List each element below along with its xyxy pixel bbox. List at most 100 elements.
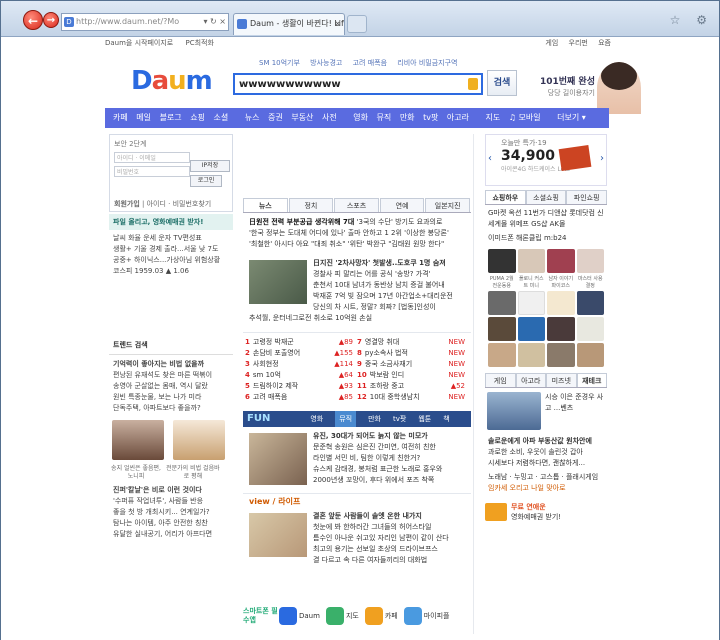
headline[interactable]: '한국 정부는 도대체 어디에 있나' <box>249 229 345 237</box>
rank-row[interactable]: 6 고려 매폭음 ▲85 <box>245 392 357 403</box>
next-arrow-icon[interactable]: › <box>600 153 604 164</box>
shopping-malls[interactable]: G마켓 옥션 11번가 디앤샵 롯데닷컴 신세계몰 위메프 GS샵 AK몰 <box>485 205 607 233</box>
tab-japan-quake[interactable]: 일본지진 <box>425 198 470 212</box>
rank-row[interactable]: 4 sm 10억 ▲64 <box>245 370 357 381</box>
trend-item[interactable]: '수퍼퓨 작업녀투', 사람들 반응 <box>113 496 229 507</box>
product-thumb[interactable] <box>488 343 516 367</box>
rank-row[interactable]: 11 조하랑 중고 ▲52 <box>357 381 469 392</box>
car-photo[interactable] <box>487 392 541 430</box>
rank-row[interactable]: 5 드림하이2 제작 ▲93 <box>245 381 357 392</box>
headline[interactable]: '위탄' 박완구 "김태원 원망 한다" <box>348 240 444 248</box>
trend-item[interactable]: 편낭된 유재석도 찾은 마른 떡볶이 <box>113 370 229 381</box>
nav-cafe[interactable]: 카페 <box>113 113 128 122</box>
cafe-banner[interactable]: 파일 올리고, 영화예매권 받자! <box>109 214 233 230</box>
nav-more[interactable]: 더보기 ▾ <box>557 113 586 122</box>
password-field[interactable]: 비밀번호 <box>114 166 190 177</box>
tab-sports[interactable]: 스포츠 <box>334 198 379 212</box>
finance-item[interactable]: 과로한 소비, 우웃이 솔린것 갑아 <box>488 447 604 458</box>
join-link[interactable]: 회원가입 <box>114 200 140 208</box>
news-item[interactable]: 추석월, 운터네그로전 취소로 10억원 손실 <box>249 313 465 324</box>
view-photo[interactable] <box>249 513 307 557</box>
tab-entertainment[interactable]: 연예 <box>379 198 425 212</box>
product-thumb[interactable] <box>547 343 575 367</box>
fun-tab-webtoon[interactable]: 웹툰 <box>418 411 431 427</box>
login-button[interactable]: 로그인 <box>190 175 222 187</box>
nav-mail[interactable]: 메일 <box>136 113 151 122</box>
nav-agora[interactable]: 아고라 <box>447 113 469 122</box>
trend-caption[interactable]: 전문가의 비법 걸음바로 평해 <box>166 465 220 481</box>
view-life-header[interactable]: view / 라이프 <box>243 493 471 509</box>
product-thumb[interactable] <box>547 249 575 273</box>
nav-music[interactable]: 뮤직 <box>377 113 392 122</box>
tab-game[interactable]: 게임 <box>485 373 516 387</box>
rank-row[interactable]: 1 고령정 박재군 ▲89 <box>245 337 357 348</box>
news-item[interactable]: [법동]인성이 <box>398 303 436 311</box>
search-input[interactable] <box>235 75 465 93</box>
search-button[interactable]: 검색 <box>487 70 517 96</box>
product-caption[interactable]: 남자 이야기 파이코스 <box>547 275 575 289</box>
product-thumb[interactable] <box>517 291 545 315</box>
info-line[interactable]: 생활+ 기울 경제 출라...서울 낮 7도 <box>113 244 229 255</box>
close-tab-icon[interactable]: × <box>334 14 341 34</box>
gift-banner[interactable]: 무료 연애운 영화예매권 받기! <box>485 502 607 522</box>
product-thumb[interactable] <box>576 291 604 315</box>
trend-item[interactable]: 송영아 군살없는 몸매, 역시 달랐 <box>113 381 229 392</box>
id-field[interactable]: 아이디 · 이메일 <box>114 152 190 163</box>
pc-optimize-link[interactable]: PC최적화 <box>185 39 213 47</box>
rank-row[interactable]: 7 영결망 취대 NEW <box>357 337 469 348</box>
tab-agora[interactable]: 아고라 <box>515 373 546 387</box>
back-button[interactable]: ← <box>23 10 43 30</box>
fun-logo[interactable]: FUN <box>247 411 270 427</box>
set-homepage-link[interactable]: Daum을 시작페이지로 <box>105 39 173 47</box>
rank-row[interactable]: 8 py소속사 법적 NEW <box>357 348 469 359</box>
headline[interactable]: '최철한' 아시다 아요 "대죄 취소" <box>249 240 345 248</box>
product-thumb[interactable] <box>517 317 545 341</box>
nav-news[interactable]: 뉴스 <box>245 113 260 122</box>
headline[interactable]: 출마 안하고 1 2위 '이상한 봉당론' <box>348 229 449 237</box>
headline[interactable]: '3국의 수단' 방기도 요과의로 <box>357 218 443 226</box>
nav-map[interactable]: 지도 <box>486 113 501 122</box>
prev-arrow-icon[interactable]: ‹ <box>488 153 492 164</box>
nav-shopping[interactable]: 쇼핑 <box>190 113 205 122</box>
product-thumb[interactable] <box>517 249 545 273</box>
trend-item[interactable]: 기억력이 좋아지는 비법 없을까 <box>113 359 229 370</box>
product-thumb[interactable] <box>576 249 604 273</box>
deal-ad[interactable]: ‹ › 오늘만 특가·19 34,900 아이콘4G 하드케이스 Lots <box>485 134 607 186</box>
finance-item[interactable]: 시세보다 저렴하다면, 괜찮하게... <box>488 458 604 469</box>
product-caption[interactable]: 마스터 사용 결정 <box>577 275 605 289</box>
tab-shoppinghow[interactable]: 쇼핑하우 <box>485 190 526 204</box>
info-line[interactable]: 공중+ 하이닉스...가상아님 위험상황 <box>113 255 229 266</box>
kospi-line[interactable]: 코스피 1959.03 ▲ 1.06 <box>113 266 229 277</box>
trend-caption[interactable]: 송지 얼씬은 좋음편, 노니피 <box>109 465 163 481</box>
trend-item[interactable]: 단독주택, 아파트보다 좋을까? <box>113 403 229 414</box>
app-map[interactable]: 지도 <box>325 607 359 625</box>
product-caption[interactable]: 폴로니 커스트 미니 <box>518 275 546 289</box>
product-thumb[interactable] <box>517 343 545 367</box>
nav-comic[interactable]: 만화 <box>400 113 415 122</box>
keyword-link[interactable]: 리비아 비밀금지구역 <box>397 59 457 67</box>
nav-tvpot[interactable]: tv팟 <box>423 113 438 122</box>
fun-tab-movie[interactable]: 영화 <box>310 411 323 427</box>
home-star-gear-icons[interactable]: ☆ ⚙ <box>670 13 713 27</box>
finance-links[interactable]: 노래남 · 누밍고 · 고스톱 · 플래시게임 <box>488 472 604 483</box>
finance-item[interactable]: 솔로운에게 아파 부동산값 원차안에 <box>488 436 604 447</box>
rank-row[interactable]: 10 박보람 인디 NEW <box>357 370 469 381</box>
nav-blog[interactable]: 블로그 <box>160 113 182 122</box>
info-line[interactable]: 날씨 화율 운세 운자 TV편성표 <box>113 233 229 244</box>
keyword-link[interactable]: 고려 매폭음 <box>353 59 387 67</box>
search-arrow-icon[interactable] <box>468 78 478 90</box>
rank-row[interactable]: 9 중국 소금사재기 NEW <box>357 359 469 370</box>
nav-realty[interactable]: 부동산 <box>291 113 313 122</box>
nav-dictionary[interactable]: 사전 <box>322 113 337 122</box>
fun-link[interactable]: 우리펀 <box>569 39 588 47</box>
product-thumb[interactable] <box>547 317 575 341</box>
tab-finance[interactable]: 재테크 <box>576 373 607 387</box>
keyword-link[interactable]: SM 10억기부 <box>259 59 300 67</box>
trend-thumb[interactable] <box>112 420 164 460</box>
refresh-icon[interactable]: ▾ ↻ × <box>203 14 226 30</box>
product-thumb[interactable] <box>576 343 604 367</box>
news-photo[interactable] <box>249 260 307 304</box>
rank-row[interactable]: 2 손담비 포출영어 ▲155 <box>245 348 357 359</box>
rank-row[interactable]: 12 10대 중학생남치 NEW <box>357 392 469 403</box>
keyword-link[interactable]: 방사능경고 <box>310 59 342 67</box>
